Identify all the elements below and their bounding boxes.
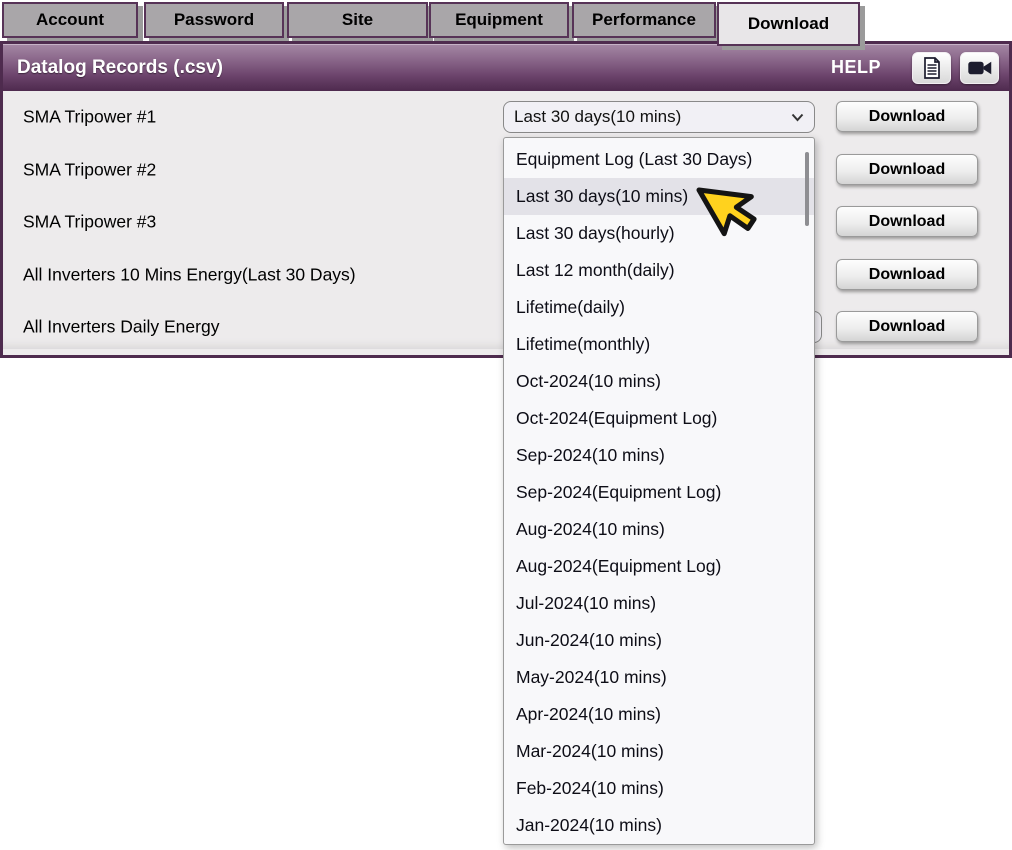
video-help-button[interactable] xyxy=(960,52,999,84)
dropdown-option[interactable]: Apr-2024(10 mins) xyxy=(504,696,814,733)
document-help-button[interactable] xyxy=(912,52,951,84)
row-label: SMA Tripower #1 xyxy=(23,107,156,128)
period-select[interactable]: Last 30 days(10 mins) xyxy=(503,101,815,133)
tab-site[interactable]: Site xyxy=(287,2,428,38)
tab-password-label: Password xyxy=(174,10,254,30)
dropdown-option[interactable]: Last 12 month(daily) xyxy=(504,252,814,289)
tab-account[interactable]: Account xyxy=(2,2,138,38)
row-label: SMA Tripower #3 xyxy=(23,212,156,233)
dropdown-option[interactable]: Aug-2024(10 mins) xyxy=(504,511,814,548)
dropdown-option[interactable]: Equipment Log (Last 30 Days) xyxy=(504,141,814,178)
download-button[interactable]: Download xyxy=(836,206,978,237)
document-icon xyxy=(922,57,942,79)
download-button[interactable]: Download xyxy=(836,101,978,132)
dropdown-option[interactable]: Last 30 days(hourly) xyxy=(504,215,814,252)
help-link[interactable]: HELP xyxy=(831,57,881,78)
video-camera-icon xyxy=(967,59,993,77)
panel-header: Datalog Records (.csv) HELP xyxy=(3,44,1009,91)
tab-equipment[interactable]: Equipment xyxy=(429,2,569,38)
dropdown-option[interactable]: Sep-2024(10 mins) xyxy=(504,437,814,474)
tab-password[interactable]: Password xyxy=(144,2,284,38)
tab-site-label: Site xyxy=(342,10,373,30)
dropdown-option[interactable]: Sep-2024(Equipment Log) xyxy=(504,474,814,511)
tab-account-label: Account xyxy=(36,10,104,30)
tab-download-label: Download xyxy=(748,14,829,34)
dropdown-option[interactable]: Oct-2024(Equipment Log) xyxy=(504,400,814,437)
datalog-row: SMA Tripower #1 Last 30 days(10 mins) Do… xyxy=(3,91,1009,143)
download-button[interactable]: Download xyxy=(836,154,978,185)
dropdown-option[interactable]: Aug-2024(Equipment Log) xyxy=(504,548,814,585)
dropdown-option[interactable]: Feb-2024(10 mins) xyxy=(504,770,814,807)
dropdown-scrollbar-thumb[interactable] xyxy=(805,152,809,226)
dropdown-option[interactable]: Oct-2024(10 mins) xyxy=(504,363,814,400)
dropdown-option[interactable]: Jun-2024(10 mins) xyxy=(504,622,814,659)
dropdown-option[interactable]: May-2024(10 mins) xyxy=(504,659,814,696)
dropdown-option[interactable]: Lifetime(monthly) xyxy=(504,326,814,363)
tab-download[interactable]: Download xyxy=(717,2,860,46)
page-title: Datalog Records (.csv) xyxy=(17,57,831,79)
download-button[interactable]: Download xyxy=(836,311,978,342)
dropdown-option[interactable]: Mar-2024(10 mins) xyxy=(504,733,814,770)
chevron-down-icon xyxy=(791,113,804,122)
tab-equipment-label: Equipment xyxy=(455,10,543,30)
dropdown-option[interactable]: Jul-2024(10 mins) xyxy=(504,585,814,622)
period-dropdown-list: Equipment Log (Last 30 Days) Last 30 day… xyxy=(503,137,815,845)
period-select-value: Last 30 days(10 mins) xyxy=(514,107,681,127)
dropdown-option[interactable]: Lifetime(daily) xyxy=(504,289,814,326)
dropdown-option[interactable]: Jan-2024(10 mins) xyxy=(504,807,814,844)
tab-performance-label: Performance xyxy=(592,10,696,30)
row-label: SMA Tripower #2 xyxy=(23,160,156,181)
download-button[interactable]: Download xyxy=(836,259,978,290)
row-label: All Inverters 10 Mins Energy(Last 30 Day… xyxy=(23,265,356,286)
dropdown-option-selected[interactable]: Last 30 days(10 mins) xyxy=(504,178,814,215)
row-label: All Inverters Daily Energy xyxy=(23,317,219,338)
tab-performance[interactable]: Performance xyxy=(572,2,716,38)
